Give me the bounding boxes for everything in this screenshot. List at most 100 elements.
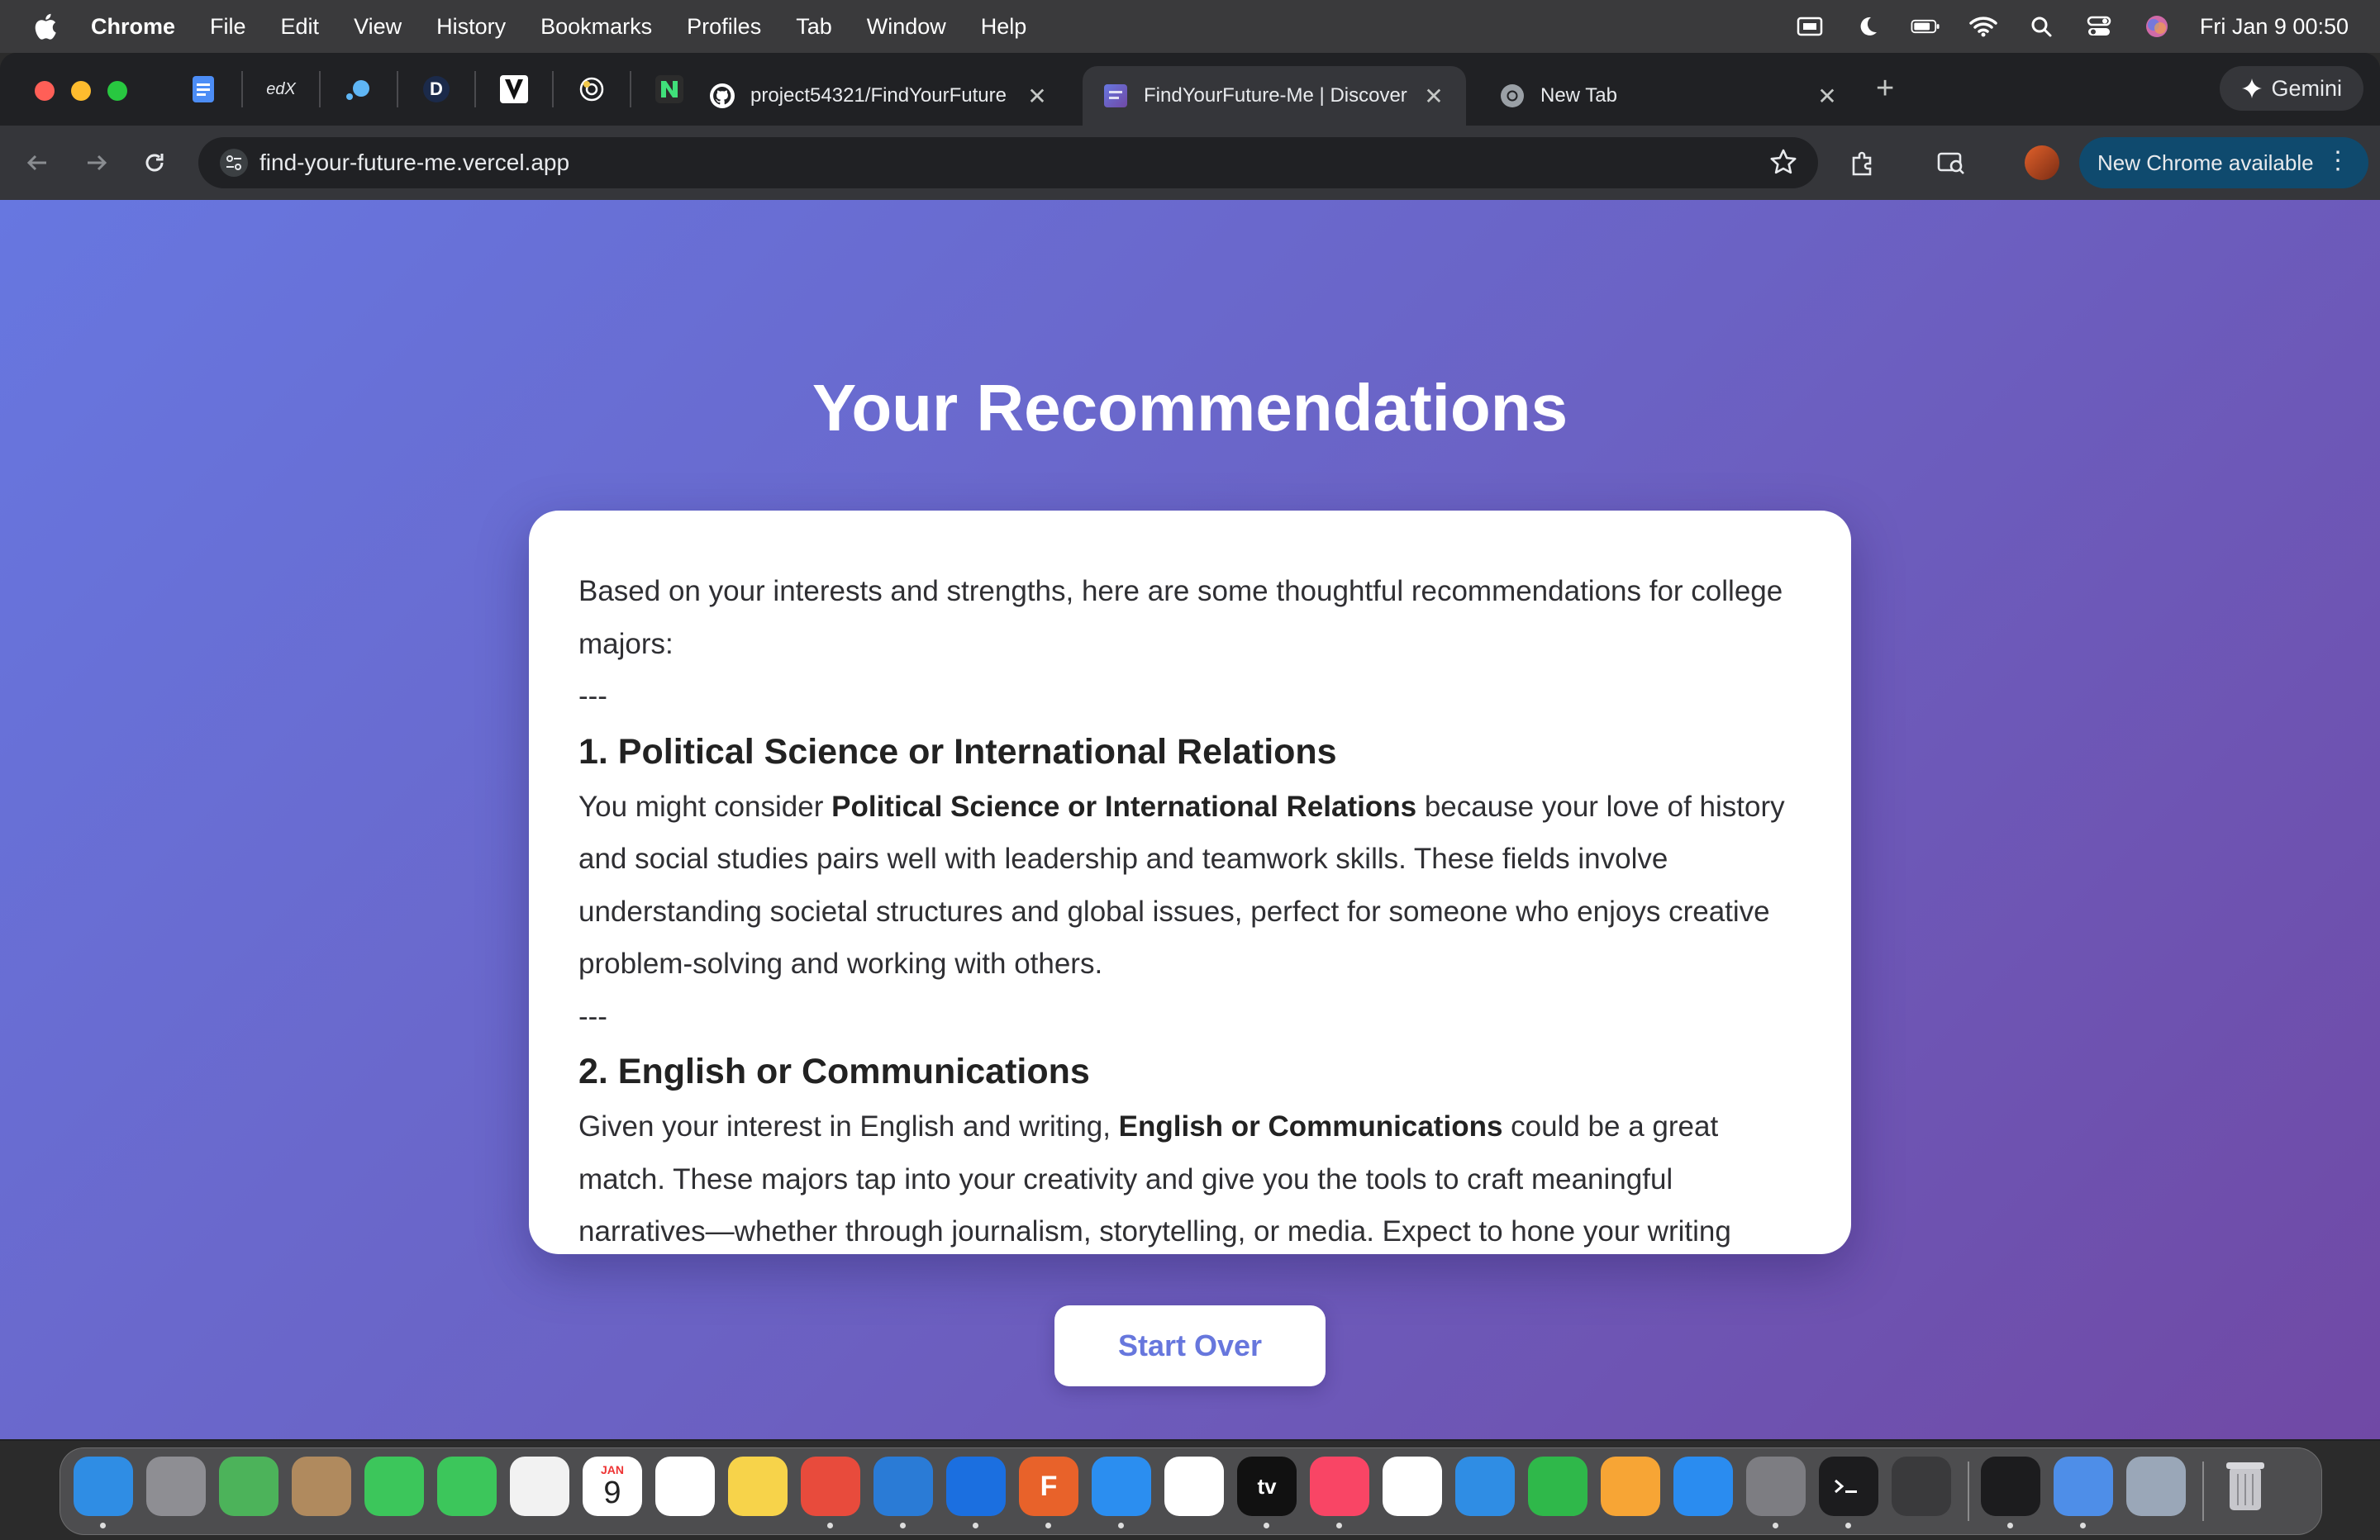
extensions-icon[interactable] xyxy=(1846,145,1881,180)
trash-icon[interactable] xyxy=(2216,1457,2275,1516)
safari-icon[interactable] xyxy=(1092,1457,1151,1516)
fusion-icon[interactable]: F xyxy=(1019,1457,1078,1516)
music-icon[interactable] xyxy=(1310,1457,1369,1516)
section-major: English or Communications xyxy=(1118,1110,1503,1143)
finder-icon[interactable] xyxy=(74,1457,133,1516)
pinned-tab-edx[interactable]: edX xyxy=(243,71,321,107)
menu-help[interactable]: Help xyxy=(981,14,1027,40)
launchpad-icon[interactable] xyxy=(146,1457,206,1516)
toolbar: find-your-future-me.vercel.app New Chrom… xyxy=(0,126,2380,200)
separator: --- xyxy=(578,1000,607,1033)
pinned-tab-d[interactable]: D xyxy=(398,71,476,107)
section-body: Given your interest in English and writi… xyxy=(578,1100,1802,1254)
recommendations-card[interactable]: Based on your interests and strengths, h… xyxy=(529,511,1851,1254)
new-chrome-label: New Chrome available xyxy=(2097,150,2314,175)
section-text: Given your interest in English and writi… xyxy=(578,1110,1119,1143)
more-menu-icon[interactable]: ⋮ xyxy=(2325,149,2350,173)
close-tab-icon[interactable]: ✕ xyxy=(1421,83,1446,110)
calendar-icon[interactable]: JAN 9 xyxy=(583,1457,642,1516)
clock[interactable]: Fri Jan 9 00:50 xyxy=(2200,14,2349,40)
menu-app-name[interactable]: Chrome xyxy=(91,14,175,40)
search-icon[interactable] xyxy=(2026,14,2056,39)
facetime-icon[interactable] xyxy=(364,1457,424,1516)
iphone-mirroring-icon[interactable] xyxy=(1892,1457,1951,1516)
pinned-tab-dot[interactable] xyxy=(321,71,398,107)
reload-button[interactable] xyxy=(137,145,172,180)
terminal-icon[interactable] xyxy=(1819,1457,1878,1516)
tab-search-icon[interactable] xyxy=(1934,145,1968,180)
address-bar[interactable]: find-your-future-me.vercel.app xyxy=(198,137,1818,188)
app-store-icon[interactable] xyxy=(1673,1457,1733,1516)
control-center-icon[interactable] xyxy=(2084,14,2114,39)
menu-view[interactable]: View xyxy=(354,14,402,40)
running-indicator xyxy=(1118,1523,1124,1528)
pinned-tabs: edX D xyxy=(165,71,707,107)
menu-edit[interactable]: Edit xyxy=(281,14,320,40)
photos-icon[interactable] xyxy=(510,1457,569,1516)
reload-icon xyxy=(145,154,164,172)
new-tab-button[interactable]: + xyxy=(1876,71,1894,107)
battery-icon[interactable] xyxy=(1911,14,1940,39)
section-body: You might consider Political Science or … xyxy=(578,781,1802,991)
site-info-icon[interactable] xyxy=(220,149,248,177)
menu-tab[interactable]: Tab xyxy=(796,14,832,40)
menu-bookmarks[interactable]: Bookmarks xyxy=(540,14,652,40)
wifi-icon[interactable] xyxy=(1968,14,1998,39)
minimize-window-button[interactable] xyxy=(71,81,91,101)
v-icon xyxy=(500,75,528,103)
close-tab-icon[interactable]: ✕ xyxy=(1815,83,1840,110)
siri-icon[interactable] xyxy=(2142,14,2172,39)
openai-icon xyxy=(579,77,604,102)
back-button[interactable] xyxy=(20,145,55,180)
freeform-icon[interactable] xyxy=(1164,1457,1224,1516)
chrome-icon xyxy=(1501,84,1524,107)
apple-menu-icon[interactable] xyxy=(31,12,64,41)
pinned-tab-openai[interactable] xyxy=(554,71,631,107)
system-settings-icon[interactable] xyxy=(1746,1457,1806,1516)
running-indicator xyxy=(1336,1523,1342,1528)
apple-tv-icon[interactable]: tv xyxy=(1237,1457,1297,1516)
running-indicator xyxy=(1845,1523,1851,1528)
contacts-icon[interactable] xyxy=(292,1457,351,1516)
new-chrome-available-button[interactable]: New Chrome available ⋮ xyxy=(2079,137,2368,188)
site-icon xyxy=(1104,84,1127,107)
preview-icon[interactable] xyxy=(2054,1457,2113,1516)
tab-github[interactable]: project54321/FindYourFuture ✕ xyxy=(689,66,1069,126)
display-icon[interactable] xyxy=(1795,14,1825,39)
page-content: Your Recommendations Based on your inter… xyxy=(0,200,2380,1439)
xcode-icon[interactable] xyxy=(946,1457,1006,1516)
messages-icon[interactable] xyxy=(437,1457,497,1516)
menu-profiles[interactable]: Profiles xyxy=(687,14,761,40)
start-over-button[interactable]: Start Over xyxy=(1054,1305,1326,1386)
dock: JAN 9 Ftv xyxy=(60,1447,2322,1535)
activity-monitor-icon[interactable] xyxy=(1981,1457,2040,1516)
forward-button[interactable] xyxy=(79,145,114,180)
notes-icon[interactable] xyxy=(728,1457,788,1516)
menu-window[interactable]: Window xyxy=(867,14,946,40)
chrome-icon[interactable] xyxy=(801,1457,860,1516)
bookmark-star-icon[interactable] xyxy=(1768,147,1798,181)
news-icon[interactable] xyxy=(1383,1457,1442,1516)
chrome-window: edX D project54321/FindYourFuture ✕ Find… xyxy=(0,53,2380,1441)
zoom-window-button[interactable] xyxy=(107,81,127,101)
menu-file[interactable]: File xyxy=(210,14,246,40)
numbers-icon[interactable] xyxy=(1528,1457,1587,1516)
close-tab-icon[interactable]: ✕ xyxy=(1025,83,1050,110)
screenshot-preview-icon[interactable] xyxy=(2126,1457,2186,1516)
profile-avatar[interactable] xyxy=(2025,145,2059,180)
moon-icon[interactable] xyxy=(1853,14,1883,39)
pinned-tab-v[interactable] xyxy=(476,71,554,107)
pages-icon[interactable] xyxy=(1601,1457,1660,1516)
close-window-button[interactable] xyxy=(35,81,55,101)
url-text[interactable]: find-your-future-me.vercel.app xyxy=(259,150,569,176)
tab-findyourfuture[interactable]: FindYourFuture-Me | Discover ✕ xyxy=(1083,66,1466,126)
reminders-icon[interactable] xyxy=(655,1457,715,1516)
calendar-month: JAN xyxy=(600,1463,624,1476)
menu-history[interactable]: History xyxy=(436,14,506,40)
gemini-button[interactable]: Gemini xyxy=(2220,66,2363,111)
keynote-icon[interactable] xyxy=(1455,1457,1515,1516)
vscode-icon[interactable] xyxy=(873,1457,933,1516)
pinned-tab-docs[interactable] xyxy=(165,71,243,107)
maps-icon[interactable] xyxy=(219,1457,278,1516)
tab-new-tab[interactable]: New Tab ✕ xyxy=(1479,66,1859,126)
